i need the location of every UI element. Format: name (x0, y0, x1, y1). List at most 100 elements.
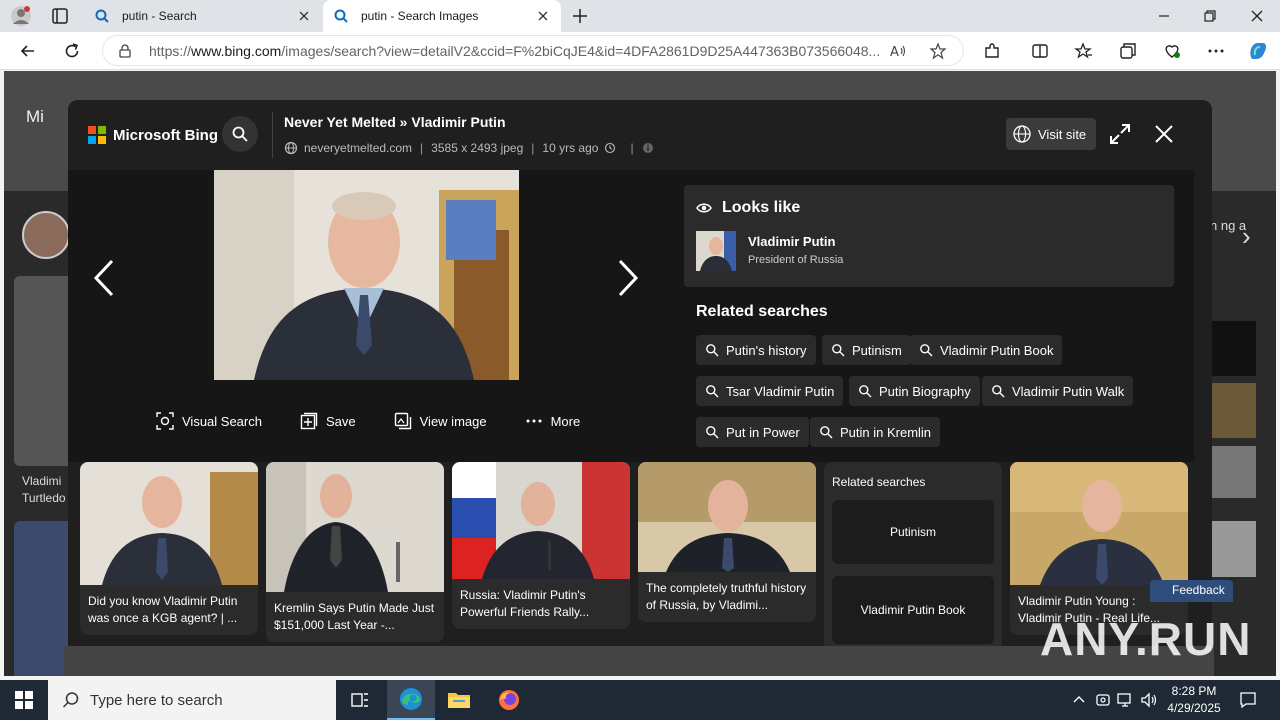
notifications-icon[interactable] (1238, 690, 1258, 710)
image-age: 10 yrs ago (542, 141, 599, 155)
result-image[interactable] (1212, 446, 1256, 498)
similar-image-card[interactable]: Did you know Vladimir Putin was once a K… (80, 462, 258, 635)
new-tab-icon[interactable] (570, 6, 590, 26)
tab-actions-icon[interactable] (50, 6, 70, 26)
clock-date: 4/29/2025 (1167, 701, 1221, 715)
taskbar-firefox[interactable] (485, 680, 533, 720)
chevron-right-icon[interactable] (614, 258, 642, 298)
address-field[interactable]: https://www.bing.com/images/search?view=… (102, 35, 964, 66)
image-actions: Visual Search Save View image More (156, 412, 618, 430)
chevron-up-icon[interactable] (1070, 691, 1088, 709)
meet-now-icon[interactable] (1094, 691, 1112, 709)
entity-thumbnail[interactable] (696, 231, 736, 271)
image-title[interactable]: Never Yet Melted » Vladimir Putin (284, 114, 506, 130)
minimize-icon[interactable] (1154, 6, 1174, 26)
similar-image-card[interactable]: The completely truthful history of Russi… (638, 462, 816, 622)
related-chip[interactable]: Put in Power (696, 417, 809, 447)
close-window-icon[interactable] (1247, 6, 1267, 26)
visit-site-button[interactable]: Visit site (1006, 118, 1096, 150)
similar-image-card[interactable]: Kremlin Says Putin Made Just $151,000 La… (266, 462, 444, 642)
related-avatar[interactable] (22, 211, 70, 259)
firefox-icon (499, 690, 519, 710)
view-image-button[interactable]: View image (394, 412, 487, 430)
similar-image-card[interactable]: Vladimir Putin Young : Vladimir Putin - … (1010, 462, 1188, 635)
chevron-left-icon[interactable] (90, 258, 118, 298)
viewer-scrollbar[interactable] (1194, 170, 1212, 462)
close-tab-icon[interactable] (535, 8, 551, 24)
search-icon (859, 385, 872, 398)
info-icon[interactable] (642, 142, 654, 154)
search-button[interactable] (222, 116, 258, 152)
similar-image-caption: The completely truthful history of Russi… (646, 581, 807, 612)
extensions-icon[interactable] (982, 41, 1002, 61)
related-chip[interactable]: Putin in Kremlin (810, 417, 941, 447)
related-chip[interactable]: Vladimir Putin Walk (982, 376, 1134, 406)
result-image[interactable] (1212, 383, 1256, 438)
split-screen-icon[interactable] (1030, 41, 1050, 61)
refresh-icon[interactable] (62, 41, 82, 61)
tab-title: putin - Search (122, 9, 197, 23)
related-card-label: Putinism (889, 525, 936, 539)
profile-avatar-icon[interactable] (10, 5, 32, 27)
globe-icon (1013, 125, 1031, 143)
taskbar-file-explorer[interactable] (435, 680, 483, 720)
related-chip[interactable]: Putinism (822, 335, 911, 365)
taskbar-edge[interactable] (387, 680, 435, 720)
similar-image (266, 462, 444, 592)
view-image-label: View image (419, 413, 487, 429)
related-chip[interactable]: Tsar Vladimir Putin (696, 376, 844, 406)
more-options-icon[interactable] (1206, 41, 1226, 61)
portrait-photo (214, 170, 519, 380)
similar-image-card[interactable]: Russia: Vladimir Putin's Powerful Friend… (452, 462, 630, 629)
url-path: /images/search?view=detailV2&ccid=F%2biC… (281, 43, 881, 59)
related-card-item[interactable]: Putinism (832, 500, 994, 564)
address-toolbar: https://www.bing.com/images/search?view=… (0, 32, 1280, 70)
windows-start-icon[interactable] (14, 690, 34, 710)
system-clock[interactable]: 8:28 PM 4/29/2025 (1166, 683, 1222, 717)
result-image[interactable] (1212, 521, 1256, 577)
browser-essentials-icon[interactable] (1162, 41, 1182, 61)
eye-icon (696, 203, 712, 213)
task-view-button[interactable] (336, 680, 384, 720)
bing-logo[interactable]: Microsoft Bing (88, 126, 218, 144)
chevron-right-icon[interactable]: › (1242, 221, 1251, 252)
related-card-item[interactable]: Vladimir Putin Book (832, 576, 994, 644)
restore-icon[interactable] (1200, 6, 1220, 26)
favorites-icon[interactable] (1074, 41, 1094, 61)
search-icon (95, 9, 109, 23)
feedback-button[interactable]: Feedback (1150, 580, 1233, 602)
lock-icon[interactable] (117, 43, 133, 59)
looks-like-heading: Looks like (696, 199, 800, 217)
tab-putin-search[interactable]: putin - Search (84, 0, 322, 32)
brand-name: Microsoft Bing (113, 126, 218, 144)
fullscreen-icon[interactable] (1108, 122, 1132, 146)
read-aloud-icon[interactable]: A (889, 42, 907, 60)
search-icon (992, 385, 1005, 398)
more-button[interactable]: More (525, 412, 580, 430)
back-icon[interactable] (18, 41, 38, 61)
url-text[interactable]: https://www.bing.com/images/search?view=… (149, 43, 889, 59)
source-domain[interactable]: neveryetmelted.com (304, 141, 412, 155)
save-button[interactable]: Save (300, 412, 356, 430)
volume-icon[interactable] (1140, 691, 1158, 709)
close-icon[interactable] (1152, 122, 1176, 146)
related-chip[interactable]: Putin Biography (849, 376, 980, 406)
collections-icon[interactable] (1118, 41, 1138, 61)
visual-search-button[interactable]: Visual Search (156, 412, 262, 430)
main-image[interactable] (214, 170, 519, 380)
title-source: Never Yet Melted (284, 114, 396, 130)
similar-image (638, 462, 816, 572)
favorite-star-icon[interactable] (929, 42, 947, 60)
watermark-logo: ANY.RUN (1040, 613, 1252, 665)
close-tab-icon[interactable] (296, 8, 312, 24)
network-icon[interactable] (1116, 691, 1134, 709)
related-chip[interactable]: Putin's history (696, 335, 816, 365)
tab-putin-search-images[interactable]: putin - Search Images (323, 0, 561, 32)
taskbar-search[interactable]: Type here to search (48, 680, 336, 720)
result-image[interactable] (1212, 321, 1256, 376)
related-chip[interactable]: Vladimir Putin Book (910, 335, 1063, 365)
copilot-icon[interactable] (1246, 39, 1270, 63)
chip-label: Put in Power (726, 424, 800, 440)
visual-search-label: Visual Search (182, 413, 262, 429)
entity-name[interactable]: Vladimir Putin (748, 234, 835, 249)
